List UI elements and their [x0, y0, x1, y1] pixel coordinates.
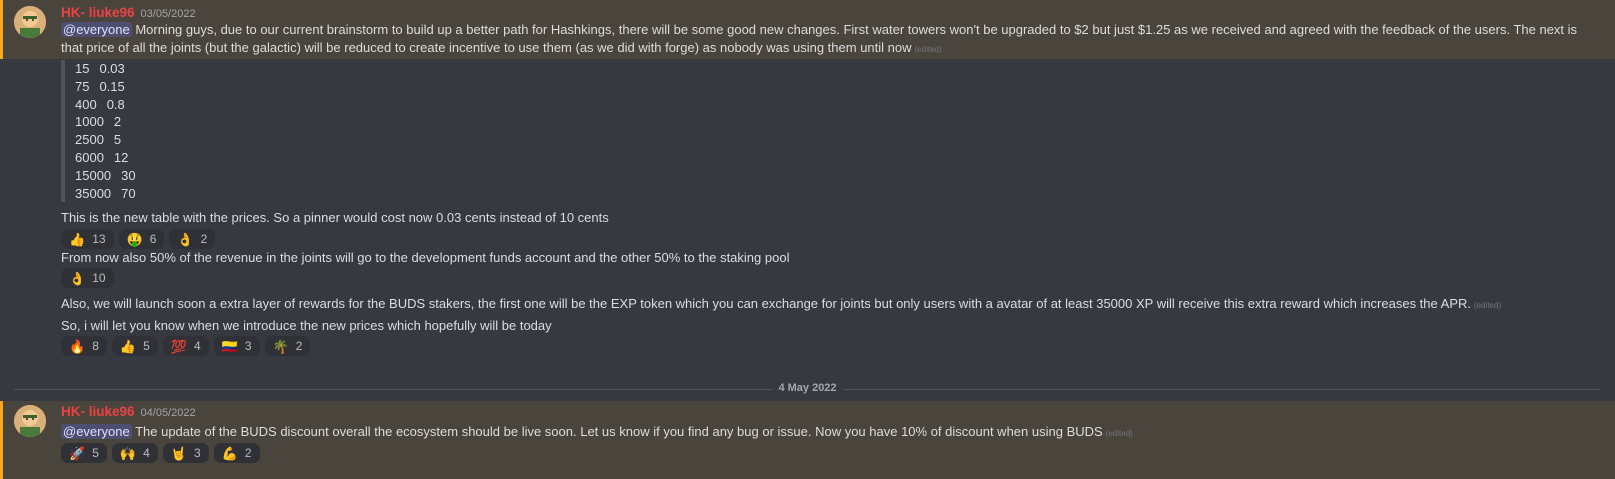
- message-text: The update of the BUDS discount overall …: [135, 424, 1103, 439]
- table-row: 75 0.15: [75, 78, 125, 94]
- thumbs-up-icon: 👍: [119, 338, 137, 354]
- reaction-money-face[interactable]: 🤑 6: [118, 229, 165, 249]
- reactions-4: 🚀 5 🙌 4 🤘 3 💪 2: [61, 443, 260, 463]
- money-face-icon: 🤑: [126, 231, 143, 247]
- palm-icon: 🌴: [272, 338, 289, 354]
- avatar[interactable]: [14, 405, 46, 437]
- date-divider-label: 4 May 2022: [772, 382, 843, 394]
- message-1-body: @everyone Morning guys, due to our curre…: [61, 21, 1585, 59]
- message-text: Morning guys, due to our current brainst…: [61, 22, 1578, 55]
- message-text-3: From now also 50% of the revenue in the …: [61, 250, 790, 265]
- reaction-ok-hand[interactable]: 👌 10: [61, 268, 114, 288]
- reactions-2: 👌 10: [61, 268, 114, 288]
- raised-hands-icon: 🙌: [119, 445, 137, 461]
- message-2-body: @everyone The update of the BUDS discoun…: [61, 424, 1585, 439]
- reaction-rock-on[interactable]: 🤘 3: [162, 443, 209, 463]
- ok-hand-icon: 👌: [177, 231, 194, 247]
- table-row: 6000 12: [75, 149, 129, 165]
- timestamp[interactable]: 03/05/2022: [141, 8, 196, 20]
- table-row: 1000 2: [75, 114, 122, 130]
- reaction-thumbs-up[interactable]: 👍 5: [111, 336, 158, 356]
- everyone-mention[interactable]: @everyone: [61, 22, 132, 37]
- author-name[interactable]: HK- liuke96: [61, 5, 135, 20]
- ok-hand-icon: 👌: [69, 270, 86, 286]
- table-row: 400 0.8: [75, 96, 125, 112]
- reaction-flexed-bicep[interactable]: 💪 2: [213, 443, 260, 463]
- message-1-header-line: HK- liuke96 03/05/2022: [61, 5, 1585, 20]
- reaction-flag[interactable]: 🇨🇴 3: [213, 336, 260, 356]
- reaction-fire[interactable]: 🔥 8: [61, 336, 107, 356]
- table-row: 15000 30: [75, 167, 136, 183]
- fire-icon: 🔥: [69, 338, 86, 354]
- table-row: 35000 70: [75, 185, 136, 201]
- edited-label: (edited): [1474, 301, 1502, 310]
- rocket-icon: 🚀: [69, 445, 86, 461]
- edited-label: (edited): [1105, 429, 1133, 438]
- reactions-1: 👍 13 🤑 6 👌 2: [61, 229, 216, 249]
- flexed-bicep-icon: 💪: [221, 445, 238, 461]
- author-name[interactable]: HK- liuke96: [61, 404, 135, 419]
- thumbs-up-icon: 👍: [69, 231, 86, 247]
- reaction-thumbs-up[interactable]: 👍 13: [61, 229, 114, 249]
- timestamp[interactable]: 04/05/2022: [141, 407, 196, 419]
- message-2-header-line: HK- liuke96 04/05/2022: [61, 404, 1585, 419]
- table-row: 15 0.03: [75, 61, 125, 76]
- reaction-raised-hands[interactable]: 🙌 4: [111, 443, 158, 463]
- edited-label: (edited): [914, 45, 942, 54]
- avatar[interactable]: [14, 6, 46, 38]
- reaction-palm[interactable]: 🌴 2: [264, 336, 311, 356]
- rock-on-icon: 🤘: [170, 445, 187, 461]
- message-text-2: This is the new table with the prices. S…: [61, 210, 609, 225]
- flag-icon: 🇨🇴: [221, 338, 238, 354]
- reaction-ok-hand[interactable]: 👌 2: [169, 229, 216, 249]
- reaction-rocket[interactable]: 🚀 5: [61, 443, 107, 463]
- hundred-icon: 💯: [170, 338, 187, 354]
- reactions-3: 🔥 8 👍 5 💯 4 🇨🇴 3 🌴 2: [61, 336, 311, 356]
- price-table-quote: 15 0.03 75 0.15 400 0.8 1000 2 2500 5 6000 12 …: [61, 60, 136, 203]
- reaction-hundred[interactable]: 💯 4: [162, 336, 209, 356]
- table-row: 2500 5: [75, 132, 122, 148]
- everyone-mention[interactable]: @everyone: [61, 424, 132, 439]
- message-text-4: Also, we will launch soon a extra layer …: [61, 296, 1502, 311]
- message-text-5: So, i will let you know when we introduc…: [61, 318, 552, 333]
